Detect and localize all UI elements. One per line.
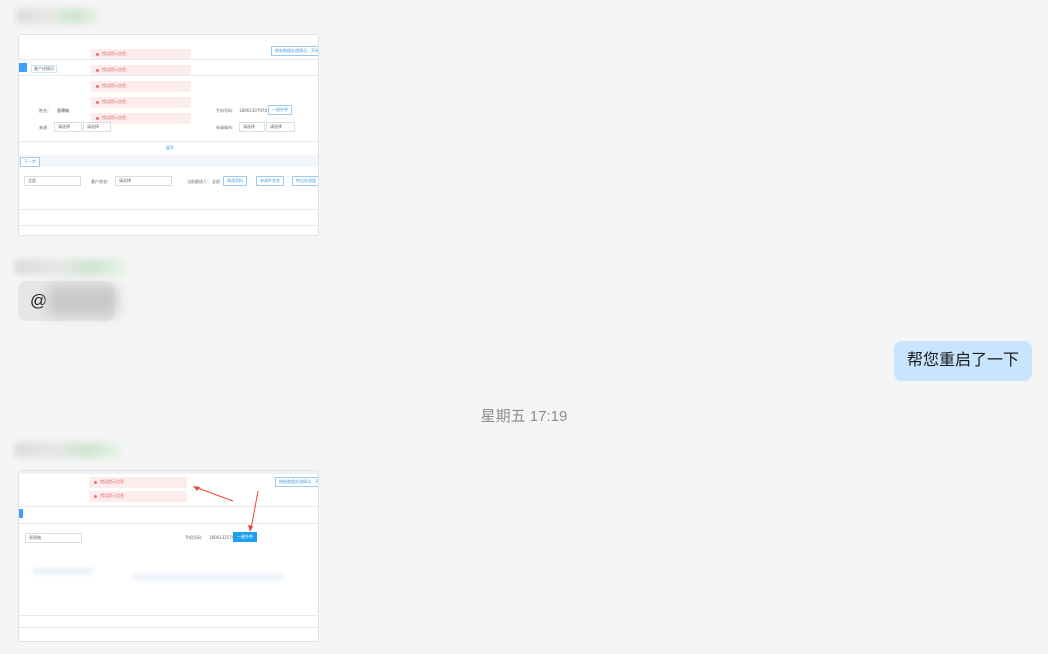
city-select-2: 请选择 [266, 122, 295, 132]
expand-link: 展开 [166, 145, 174, 150]
source-select: 请选择 [54, 122, 82, 132]
phone-value: 18061307970 [239, 108, 267, 113]
sender-name-blurred [14, 442, 120, 458]
sender-name-blurred [14, 259, 126, 275]
action-button-a: 修改资料 [223, 176, 247, 186]
name-label: 姓名： [39, 108, 51, 113]
mention-name-blurred [48, 286, 118, 316]
chat-timestamp: 星期五 17:19 [480, 408, 568, 425]
my-message-bubble[interactable]: 帮您重启了一下 [894, 341, 1033, 381]
name-value: 晋锦城 [57, 108, 69, 113]
customer-status-select: 请选择 [115, 176, 172, 186]
city-select: 请选择 [239, 122, 265, 132]
image-message-screenshot[interactable]: 错误提示信息 错误提示信息 刷新数据处理情况，开始 晋锦城 手机号码： 1806… [18, 470, 319, 642]
phone-label: 手机号码： [216, 108, 236, 113]
tab-label: 客户详情页 [31, 65, 57, 73]
image-message-screenshot[interactable]: 错误提示信息 错误提示信息 错误提示信息 错误提示信息 错误提示信息 刷新数据处… [18, 34, 319, 236]
next-button: 下一步 [20, 157, 40, 167]
current-follower-value: 全部 [212, 179, 220, 184]
call-button: 一键外呼 [268, 105, 292, 115]
all-select: 全部 [24, 176, 81, 186]
my-message-text: 帮您重启了一下 [907, 352, 1020, 369]
mention-message-bubble[interactable]: @ [18, 281, 118, 321]
blurred-content [19, 547, 318, 617]
customer-status-label: 客户状态： [91, 179, 111, 184]
error-toast: 错误提示信息 [91, 97, 191, 108]
sender-name-blurred [16, 8, 100, 24]
city-label: 申请城市： [216, 125, 236, 130]
source-select-2: 请选择 [83, 122, 111, 132]
source-label: 来源： [39, 125, 51, 130]
mention-at-sign: @ [30, 291, 48, 310]
action-button-c: 转出处理量 [292, 176, 318, 186]
tab-active-marker [19, 63, 27, 72]
refresh-button: 刷新数据处理情况，开始 [271, 46, 318, 56]
error-toast: 错误提示信息 [91, 81, 191, 92]
action-button-b: 申请件状态 [256, 176, 284, 186]
current-follower-label: 当前跟进人： [187, 179, 211, 184]
